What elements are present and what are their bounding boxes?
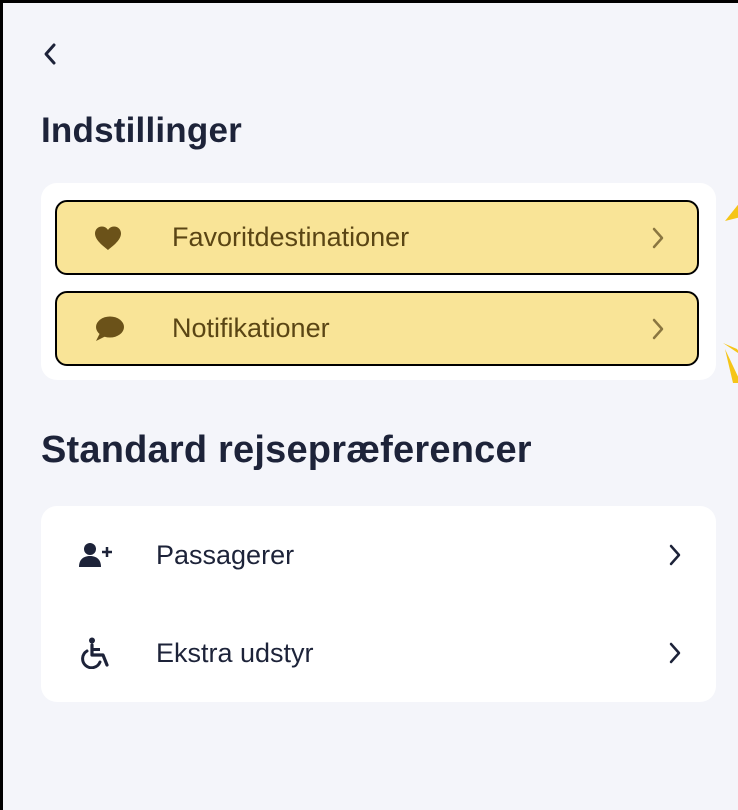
chevron-right-icon [651, 226, 665, 250]
extra-equipment-label: Ekstra udstyr [156, 637, 314, 668]
passengers-item[interactable]: Passagerer [41, 506, 716, 604]
passengers-label: Passagerer [156, 539, 295, 570]
back-button[interactable] [37, 41, 63, 67]
app-screen: Indstillinger Favoritdestinationer Notif… [0, 0, 738, 810]
annotation-arrow [723, 204, 738, 383]
page-title: Indstillinger [41, 111, 242, 150]
travel-preferences-card: Passagerer Ekstra udstyr [41, 506, 716, 702]
section-title: Standard rejsepræferencer [41, 429, 532, 471]
notifications-label: Notifikationer [172, 313, 330, 343]
favorite-destinations-item[interactable]: Favoritdestinationer [55, 200, 699, 275]
chevron-right-icon [668, 641, 682, 665]
chevron-right-icon [651, 317, 665, 341]
favorite-destinations-label: Favoritdestinationer [172, 222, 410, 252]
wheelchair-icon [79, 637, 113, 669]
chevron-left-icon [44, 43, 56, 65]
notifications-item[interactable]: Notifikationer [55, 291, 699, 366]
add-person-icon [79, 542, 113, 568]
chat-bubble-icon [93, 315, 125, 343]
extra-equipment-item[interactable]: Ekstra udstyr [41, 604, 716, 702]
settings-card: Favoritdestinationer Notifikationer [41, 183, 716, 380]
chevron-right-icon [668, 543, 682, 567]
heart-icon [93, 225, 123, 251]
